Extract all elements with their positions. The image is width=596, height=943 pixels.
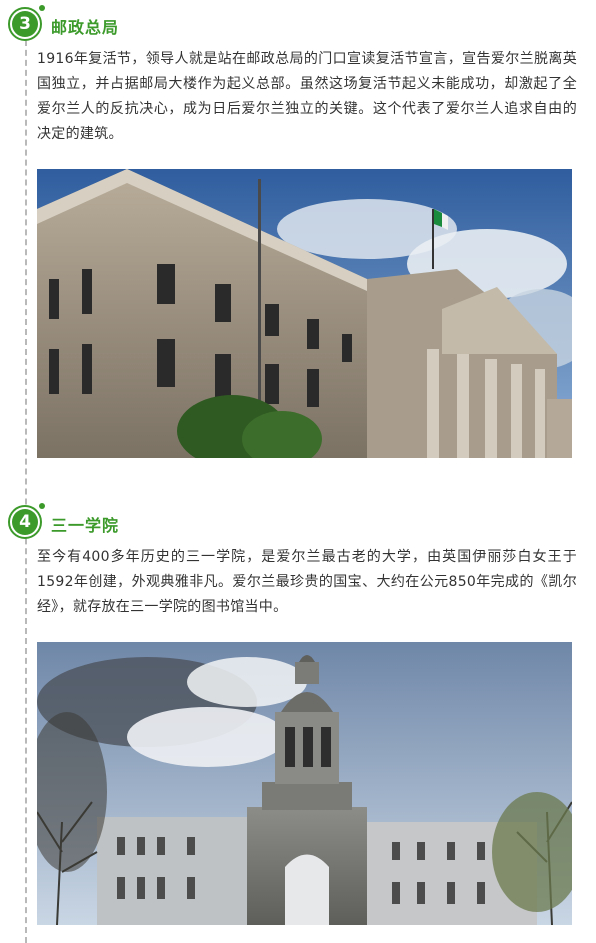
section-number: 3 [12, 11, 38, 37]
section-title: 三一学院 [51, 516, 120, 535]
gpo-building-photo [37, 169, 572, 458]
section-number-badge: 4 [8, 503, 45, 539]
section-paragraph: 1916年复活节，领导人就是站在邮政总局的门口宣读复活节宣言，宣告爱尔兰脱离英国… [37, 51, 577, 142]
trinity-college-photo [37, 642, 572, 925]
section-title: 邮政总局 [51, 18, 120, 37]
section-number-badge: 3 [8, 5, 45, 41]
timeline-dashed-line [25, 30, 27, 943]
section-number: 4 [12, 509, 38, 535]
section-paragraph: 至今有400多年历史的三一学院，是爱尔兰最古老的大学，由英国伊丽莎白女王于159… [37, 549, 577, 615]
